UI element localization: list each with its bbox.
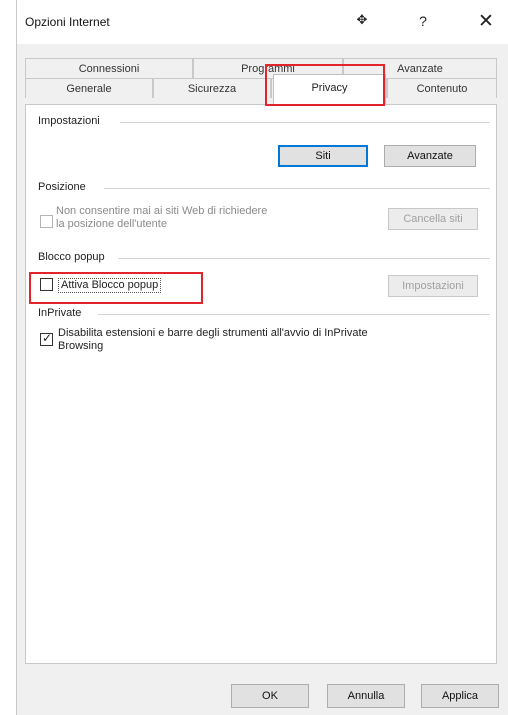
tab-row-top: Connessioni Programmi Avanzate — [25, 58, 497, 78]
location-divider — [104, 188, 490, 189]
location-checkbox-label-2: la posizione dell'utente — [56, 218, 167, 230]
advanced-button[interactable]: Avanzate — [384, 145, 476, 167]
privacy-tab-highlight — [265, 64, 385, 106]
tab-connessioni[interactable]: Connessioni — [25, 58, 193, 78]
popup-divider — [118, 258, 490, 259]
inprivate-checkbox[interactable] — [40, 331, 53, 346]
sites-button[interactable]: Siti — [278, 145, 368, 167]
inprivate-group-label: InPrivate — [38, 307, 88, 319]
inprivate-divider — [98, 314, 490, 315]
close-icon[interactable]: ✕ — [473, 9, 499, 35]
privacy-tab-panel: Impostazioni Siti Avanzate Posizione Non… — [25, 104, 497, 664]
popup-group-label: Blocco popup — [38, 251, 111, 263]
ok-button[interactable]: OK — [231, 684, 309, 708]
cancel-button[interactable]: Annulla — [327, 684, 405, 708]
tab-sicurezza[interactable]: Sicurezza — [153, 78, 271, 98]
location-checkbox[interactable] — [40, 215, 53, 228]
settings-divider — [120, 122, 490, 123]
help-icon[interactable]: ? — [413, 13, 433, 33]
location-group-label: Posizione — [38, 181, 92, 193]
internet-options-dialog: Opzioni Internet ✥ ? ✕ Connessioni Progr… — [16, 0, 508, 715]
tab-row-bottom: Generale Sicurezza Contenuto — [25, 78, 497, 98]
window-title: Opzioni Internet — [25, 15, 110, 29]
popup-blocker-highlight — [29, 272, 203, 304]
tab-contenuto[interactable]: Contenuto — [387, 78, 497, 98]
settings-group-label: Impostazioni — [38, 115, 106, 127]
tab-generale[interactable]: Generale — [25, 78, 153, 98]
location-checkbox-label-1: Non consentire mai ai siti Web di richie… — [56, 205, 268, 217]
pin-icon[interactable]: ✥ — [352, 10, 372, 30]
clear-sites-button[interactable]: Cancella siti — [388, 208, 478, 230]
apply-button[interactable]: Applica — [421, 684, 499, 708]
inprivate-label-1: Disabilita estensioni e barre degli stru… — [58, 327, 368, 339]
title-bar: Opzioni Internet ✥ ? ✕ — [17, 0, 508, 44]
inprivate-label-2: Browsing — [58, 340, 104, 352]
popup-settings-button[interactable]: Impostazioni — [388, 275, 478, 297]
